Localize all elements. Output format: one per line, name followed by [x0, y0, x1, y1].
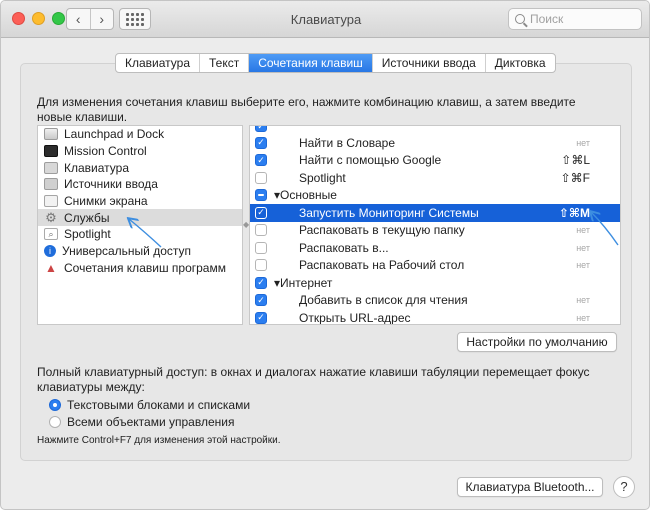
shortcut-keys[interactable]: нет — [576, 225, 590, 235]
checkbox[interactable] — [255, 224, 267, 237]
group-title: Основные — [280, 188, 337, 203]
category-label: Mission Control — [64, 144, 147, 159]
group-label: ▾Основные — [274, 188, 337, 202]
shortcut-keys[interactable]: нет — [576, 260, 590, 270]
category-label: Снимки экрана — [64, 194, 148, 209]
category-spotlight[interactable]: ⌕ Spotlight — [38, 226, 242, 243]
checkbox[interactable] — [255, 259, 267, 272]
category-screenshots[interactable]: Снимки экрана — [38, 193, 242, 210]
checkbox[interactable] — [255, 171, 267, 184]
keyboard-access-hint: Нажмите Control+F7 для изменения этой на… — [37, 435, 281, 446]
list-item[interactable]: ✓ Найти в Словаре нет — [250, 134, 620, 152]
screenshot-icon — [44, 195, 58, 208]
list-item[interactable]: Распаковать в... нет — [250, 239, 620, 257]
shortcut-keys[interactable]: ⇧⌘F — [561, 171, 590, 185]
keyboard-access-text: Полный клавиатурный доступ: в окнах и ди… — [37, 365, 590, 394]
shortcut-keys[interactable]: нет — [576, 313, 590, 323]
tab-input-sources[interactable]: Источники ввода — [373, 54, 486, 72]
shortcut-label: Spotlight — [299, 170, 346, 185]
shortcut-label: Распаковать на Рабочий стол — [299, 258, 465, 273]
checkbox[interactable]: ✓ — [255, 136, 267, 149]
category-label: Launchpad и Dock — [64, 127, 165, 142]
category-launchpad[interactable]: Launchpad и Dock — [38, 126, 242, 143]
keyboard-icon — [44, 161, 58, 174]
radio-label: Текстовыми блоками и списками — [67, 398, 251, 412]
shortcut-label: Распаковать в... — [299, 240, 389, 255]
group-label: ▾Интернет — [274, 276, 332, 290]
search-icon — [515, 14, 525, 24]
checkbox[interactable] — [255, 241, 267, 254]
category-input-sources[interactable]: Источники ввода — [38, 176, 242, 193]
tab-shortcuts[interactable]: Сочетания клавиш — [249, 54, 373, 72]
checkbox[interactable]: ✓ — [255, 294, 267, 307]
tab-bar: Клавиатура Текст Сочетания клавиш Источн… — [115, 53, 556, 73]
category-label: Источники ввода — [64, 177, 158, 192]
category-label: Сочетания клавиш программ — [64, 260, 226, 275]
checkbox[interactable]: ✓ — [255, 126, 267, 132]
category-keyboard[interactable]: Клавиатура — [38, 159, 242, 176]
list-item[interactable]: ✓ Найти с помощью Google ⇧⌘L — [250, 152, 620, 170]
shortcut-label: Найти в Словаре — [299, 135, 396, 150]
list-item[interactable]: Распаковать на Рабочий стол нет — [250, 257, 620, 275]
search-input[interactable] — [530, 12, 630, 26]
category-services[interactable]: ⚙ Службы — [38, 209, 242, 227]
category-label: Spotlight — [64, 227, 111, 242]
shortcut-label: Найти с помощью Google — [299, 153, 442, 168]
restore-defaults-button[interactable]: Настройки по умолчанию — [457, 332, 617, 352]
category-list: Launchpad и Dock Mission Control Клавиат… — [37, 125, 243, 325]
group-checkbox[interactable]: ✓ — [255, 276, 267, 289]
radio-button[interactable] — [49, 416, 61, 428]
list-item[interactable]: Spotlight ⇧⌘F — [250, 169, 620, 187]
shortcut-label: Запустить Мониторинг Системы — [299, 205, 479, 220]
keyboard-preferences-window: ‹ › Клавиатура Клавиатура Текст Сочетани… — [0, 0, 650, 510]
spotlight-icon: ⌕ — [44, 228, 58, 241]
list-item-selected[interactable]: ✓ Запустить Мониторинг Системы ⇧⌘M — [250, 204, 620, 222]
radio-all-controls[interactable]: Всеми объектами управления — [49, 415, 234, 429]
category-label: Клавиатура — [64, 160, 129, 175]
accessibility-icon: i — [44, 245, 56, 258]
shortcut-keys[interactable]: нет — [576, 295, 590, 305]
gear-icon: ⚙ — [45, 209, 57, 225]
shortcut-keys[interactable]: ⇧⌘M — [559, 206, 590, 220]
category-accessibility[interactable]: i Универсальный доступ — [38, 243, 242, 260]
category-app-shortcuts[interactable]: ▲ Сочетания клавиш программ — [38, 260, 242, 277]
checkbox[interactable]: ✓ — [255, 311, 267, 324]
launchpad-icon — [44, 128, 58, 141]
radio-label: Всеми объектами управления — [67, 415, 235, 429]
search-field[interactable] — [508, 8, 642, 30]
list-item[interactable]: ✓ Добавить в список для чтения нет — [250, 292, 620, 310]
help-button[interactable]: ? — [613, 476, 635, 498]
list-item[interactable]: Распаковать в текущую папку нет — [250, 222, 620, 240]
mission-control-icon — [44, 145, 58, 158]
app-shortcuts-icon: ▲ — [45, 260, 57, 275]
shortcut-keys[interactable]: ⇧⌘L — [561, 153, 590, 167]
group-checkbox[interactable] — [255, 189, 267, 202]
bluetooth-keyboard-button[interactable]: Клавиатура Bluetooth... — [457, 477, 603, 497]
category-label: Универсальный доступ — [62, 244, 192, 259]
group-row-internet[interactable]: ✓ ▾Интернет — [250, 274, 620, 292]
shortcut-label: Открыть URL-адрес — [299, 310, 411, 325]
checkbox[interactable]: ✓ — [255, 206, 267, 219]
tab-dictation[interactable]: Диктовка — [486, 54, 555, 72]
radio-text-boxes[interactable]: Текстовыми блоками и списками — [49, 398, 250, 412]
shortcut-label: Добавить в список для чтения — [299, 293, 468, 308]
tab-text[interactable]: Текст — [200, 54, 250, 72]
shortcut-label: Распаковать в текущую папку — [299, 223, 465, 238]
shortcut-list: ✓ ✓ Найти в Словаре нет ✓ Найти с помощь… — [249, 125, 621, 325]
category-mission-control[interactable]: Mission Control — [38, 143, 242, 160]
group-title: Интернет — [280, 275, 333, 290]
list-item-partial: ✓ — [250, 126, 620, 134]
input-sources-icon — [44, 178, 58, 191]
shortcut-keys[interactable]: нет — [576, 243, 590, 253]
group-row-general[interactable]: ▾Основные — [250, 187, 620, 205]
checkbox[interactable]: ✓ — [255, 154, 267, 167]
category-label: Службы — [64, 210, 110, 225]
title-bar: ‹ › Клавиатура — [1, 1, 649, 38]
shortcut-keys[interactable]: нет — [576, 138, 590, 148]
list-item[interactable]: ✓ Открыть URL-адрес нет — [250, 309, 620, 325]
tab-keyboard[interactable]: Клавиатура — [116, 54, 200, 72]
radio-button-selected[interactable] — [49, 399, 61, 411]
instructions-text: Для изменения сочетания клавиш выберите … — [37, 95, 576, 124]
